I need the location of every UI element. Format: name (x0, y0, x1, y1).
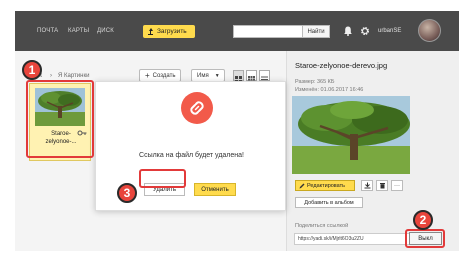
delete-file-button[interactable] (376, 180, 388, 191)
annotation-badge-3: 3 (117, 183, 137, 203)
file-date: Изменён: 01.06.2017 16:46 (295, 87, 364, 93)
edit-button[interactable]: Редактировать (295, 180, 355, 191)
upload-label: Загрузить (157, 28, 187, 35)
annotation-badge-1: 1 (22, 60, 42, 80)
avatar[interactable] (418, 19, 441, 42)
cancel-button[interactable]: Отменить (194, 183, 236, 196)
create-label: Создать (152, 72, 176, 79)
top-bar: ПОЧТА КАРТЫ ДИСК Загрузить Найти urbanSE (15, 11, 459, 51)
nav-disk[interactable]: ДИСК (97, 28, 114, 34)
share-link-label: Поделиться ссылкой (295, 223, 349, 229)
username[interactable]: urbanSE (378, 28, 401, 34)
share-link-field[interactable]: https://yadi.sk/i/Mjrlt6O3u2ZU (294, 233, 420, 245)
plus-icon: + (145, 71, 150, 80)
breadcrumb-separator: › (50, 73, 52, 79)
search-input[interactable] (233, 25, 302, 38)
highlight-file-item (26, 80, 94, 158)
pencil-icon (299, 183, 305, 188)
grid-small-view-icon[interactable] (246, 70, 257, 83)
upload-icon (147, 28, 154, 35)
nav-mail[interactable]: ПОЧТА (37, 28, 58, 34)
highlight-delete-button (139, 169, 186, 188)
breadcrumb-current: Я Картинки (58, 73, 90, 79)
gear-icon[interactable] (360, 26, 370, 36)
download-icon (364, 182, 370, 189)
nav-maps[interactable]: КАРТЫ (68, 28, 89, 34)
sort-label: Имя (197, 72, 209, 79)
grid-large-view-icon[interactable] (233, 70, 244, 83)
bell-icon[interactable] (344, 26, 352, 36)
file-preview-image (292, 96, 410, 174)
broken-link-icon (181, 92, 213, 124)
file-size: Размер: 365 КБ (295, 79, 335, 85)
list-view-icon[interactable] (259, 70, 270, 83)
more-button[interactable]: ··· (391, 180, 403, 191)
edit-label: Редактировать (307, 182, 345, 189)
trash-icon (379, 183, 385, 189)
annotation-badge-2: 2 (413, 210, 433, 230)
dialog-message: Ссылка на файл будет удалена! (139, 152, 244, 159)
upload-button[interactable]: Загрузить (143, 25, 195, 38)
download-button[interactable] (361, 180, 373, 191)
panel-file-title: Staroe-zelyonoe-derevo.jpg (295, 61, 388, 70)
add-to-album-button[interactable]: Добавить в альбом (295, 197, 363, 208)
chevron-down-icon: ▼ (214, 72, 220, 79)
highlight-off-button (405, 229, 445, 248)
search-button[interactable]: Найти (302, 25, 330, 38)
file-info-panel: Staroe-zelyonoe-derevo.jpg Размер: 365 К… (286, 51, 459, 251)
more-dots-icon: ··· (394, 182, 400, 189)
